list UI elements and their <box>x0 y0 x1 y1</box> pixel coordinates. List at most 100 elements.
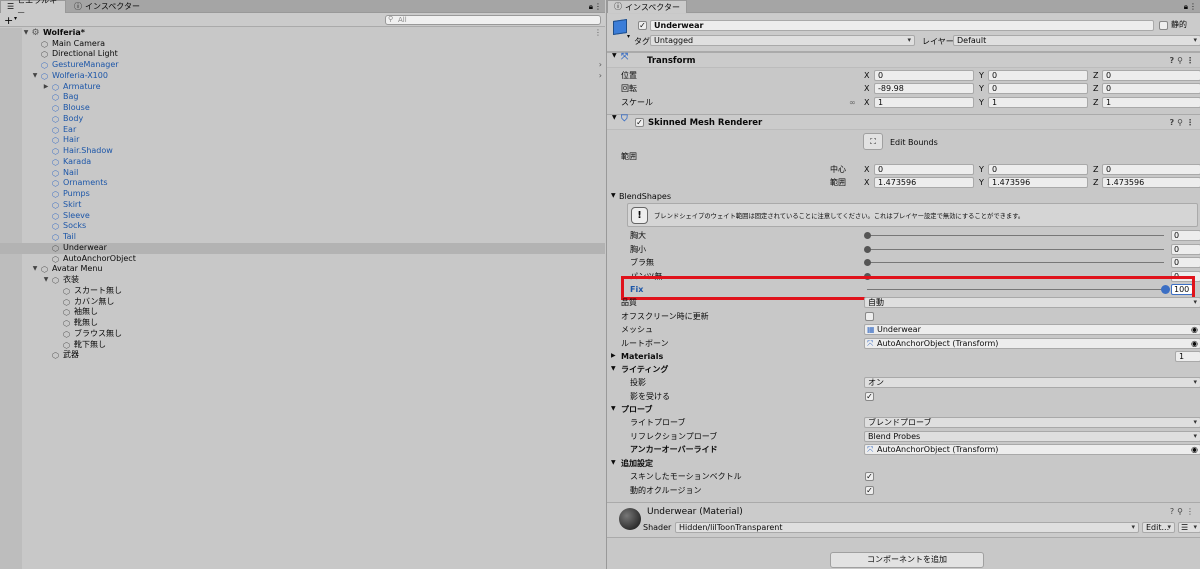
hierarchy-item[interactable]: ⬡ GestureManager › <box>0 60 605 71</box>
hierarchy-item[interactable]: ⬡ カバン無し <box>0 297 605 308</box>
hierarchy-item[interactable]: ⬡ Hair.Shadow <box>0 146 605 157</box>
expand-arrow-icon[interactable]: ▼ <box>22 28 30 39</box>
hierarchy-item[interactable]: ⬡ 靴無し <box>0 318 605 329</box>
rotation-z-field[interactable]: 0 <box>1102 83 1200 94</box>
rotation-y-field[interactable]: 0 <box>988 83 1088 94</box>
hierarchy-item[interactable]: ⬡ Nail <box>0 168 605 179</box>
chevron-right-icon[interactable]: › <box>599 60 602 71</box>
object-picker-icon[interactable]: ◉ <box>1191 326 1198 334</box>
hierarchy-item[interactable]: ⬡ Main Camera <box>0 39 605 50</box>
reflection-probes-dropdown[interactable]: Blend Probes <box>864 431 1200 442</box>
lock-icon[interactable]: 🔒︎ <box>589 3 593 11</box>
additional-settings-row[interactable]: ▼ 追加設定 <box>607 457 1200 470</box>
expand-arrow-icon[interactable]: ▼ <box>612 115 617 121</box>
extent-y-field[interactable]: 1.473596 <box>988 177 1088 188</box>
hierarchy-item[interactable]: ⬡ Body <box>0 114 605 125</box>
offscreen-checkbox[interactable] <box>865 312 874 321</box>
expand-arrow-icon[interactable]: ▼ <box>612 53 617 59</box>
light-probes-dropdown[interactable]: ブレンドプローブ <box>864 417 1200 428</box>
hierarchy-item[interactable]: ⬡ Hair <box>0 135 605 146</box>
tag-dropdown[interactable]: Untagged <box>650 35 915 46</box>
object-picker-icon[interactable]: ◉ <box>1191 446 1198 454</box>
blendshape-slider-track[interactable] <box>867 262 1164 264</box>
hierarchy-item[interactable]: ⬡ Pumps <box>0 189 605 200</box>
shader-edit-button[interactable]: Edit... <box>1142 522 1175 533</box>
hierarchy-item[interactable]: ⬡ スカート無し <box>0 286 605 297</box>
add-icon[interactable]: + <box>4 15 13 26</box>
chevron-right-icon[interactable]: › <box>599 71 602 82</box>
link-icon[interactable]: ∞ <box>849 99 856 107</box>
hierarchy-item[interactable]: ⬡ Tail <box>0 232 605 243</box>
cast-shadows-dropdown[interactable]: オン <box>864 377 1200 388</box>
scale-x-field[interactable]: 1 <box>874 97 974 108</box>
blendshape-slider-knob[interactable] <box>864 232 871 239</box>
expand-arrow-icon[interactable]: ▶ <box>42 82 50 93</box>
hierarchy-item[interactable]: ⬡ Sleeve <box>0 211 605 222</box>
motion-vectors-checkbox[interactable]: ✓ <box>865 472 874 481</box>
position-y-field[interactable]: 0 <box>988 70 1088 81</box>
blendshape-slider-track[interactable] <box>867 248 1164 250</box>
chevron-down-icon[interactable]: ▾ <box>14 16 17 22</box>
expand-arrow-icon[interactable]: ▼ <box>611 193 616 199</box>
scene-row[interactable]: ▼ ⚙ Wolferia* ⋮ <box>0 28 605 39</box>
hierarchy-item[interactable]: ▼ ⬡ Avatar Menu <box>0 264 605 275</box>
blendshape-slider-knob[interactable] <box>864 259 871 267</box>
search-input[interactable]: ⚲ All <box>385 15 601 25</box>
center-y-field[interactable]: 0 <box>988 164 1088 175</box>
rootbone-field[interactable]: ⤧ AutoAnchorObject (Transform) ◉ <box>864 338 1200 349</box>
blendshape-value-field[interactable]: 0 <box>1171 230 1200 241</box>
hierarchy-item[interactable]: ▼ ⬡ 衣装 <box>0 275 605 286</box>
shader-dropdown[interactable]: Hidden/lilToonTransparent <box>675 522 1139 533</box>
scale-z-field[interactable]: 1 <box>1102 97 1200 108</box>
quality-dropdown[interactable]: 自動 <box>864 297 1200 308</box>
expand-arrow-icon[interactable]: ▼ <box>42 275 50 286</box>
materials-row[interactable]: ▶ Materials 1 <box>607 350 1200 363</box>
smr-enabled-checkbox[interactable]: ✓ <box>635 118 644 127</box>
more-menu-icon[interactable]: ⋮ <box>594 3 602 11</box>
hierarchy-item[interactable]: ⬡ Karada <box>0 157 605 168</box>
receive-shadows-checkbox[interactable]: ✓ <box>865 392 874 401</box>
smr-header[interactable]: ▼ ⛉ ✓ Skinned Mesh Renderer ?⚲⋮ <box>607 114 1200 130</box>
tab-inspector[interactable]: ⓘ インスペクター <box>607 0 687 13</box>
scale-y-field[interactable]: 1 <box>988 97 1088 108</box>
hierarchy-item[interactable]: ⬡ Underwear <box>0 242 605 254</box>
more-menu-icon[interactable]: ⋮ <box>1189 3 1197 11</box>
hierarchy-item[interactable]: ⬡ 袖無し <box>0 307 605 318</box>
center-x-field[interactable]: 0 <box>874 164 974 175</box>
tab-inspector-second[interactable]: ⓘ インスペクター <box>68 0 148 13</box>
hierarchy-item[interactable]: ▶ ⬡ Armature <box>0 82 605 93</box>
hierarchy-item[interactable]: ⬡ 靴下無し <box>0 340 605 351</box>
extent-z-field[interactable]: 1.473596 <box>1102 177 1200 188</box>
expand-arrow-icon[interactable]: ▼ <box>31 71 39 82</box>
material-menu-button[interactable]: ☰ <box>1178 522 1200 533</box>
layer-dropdown[interactable]: Default <box>953 35 1200 46</box>
blendshape-slider-track[interactable] <box>867 235 1164 236</box>
dynamic-occlusion-checkbox[interactable]: ✓ <box>865 486 874 495</box>
mesh-field[interactable]: ▦ Underwear ◉ <box>864 324 1200 335</box>
object-name-field[interactable]: Underwear <box>650 20 1154 31</box>
component-menu-icons[interactable]: ?⚲⋮ <box>1170 53 1198 69</box>
expand-arrow-icon[interactable]: ▼ <box>611 366 616 372</box>
tab-hierarchy[interactable]: ☰ ヒエラルキー <box>0 0 66 18</box>
hierarchy-item[interactable]: ⬡ Bag <box>0 92 605 103</box>
add-component-button[interactable]: コンポーネントを追加 <box>830 552 984 568</box>
object-picker-icon[interactable]: ◉ <box>1191 340 1198 348</box>
expand-arrow-icon[interactable]: ▶ <box>611 353 616 359</box>
blendshape-value-field[interactable]: 0 <box>1171 243 1200 255</box>
expand-arrow-icon[interactable]: ▼ <box>31 264 39 275</box>
hierarchy-item[interactable]: ⬡ Ornaments <box>0 178 605 189</box>
chevron-down-icon[interactable]: ▾ <box>627 34 630 40</box>
rotation-x-field[interactable]: -89.98 <box>874 83 974 94</box>
hierarchy-item[interactable]: ⬡ Directional Light <box>0 49 605 60</box>
expand-arrow-icon[interactable]: ▼ <box>611 460 616 466</box>
hierarchy-item[interactable]: ▼ ⬡ Wolferia-X100 › <box>0 71 605 82</box>
edit-bounds-button[interactable]: ⛶ <box>863 133 883 150</box>
transform-header[interactable]: ▼ ⤧ Transform ?⚲⋮ <box>607 52 1200 68</box>
probes-row[interactable]: ▼ プローブ <box>607 403 1200 416</box>
position-x-field[interactable]: 0 <box>874 70 974 81</box>
more-menu-icon[interactable]: ⋮ <box>594 28 602 39</box>
expand-arrow-icon[interactable]: ▼ <box>611 406 616 412</box>
hierarchy-item[interactable]: ⬡ Blouse <box>0 103 605 114</box>
materials-count-field[interactable]: 1 <box>1175 351 1200 362</box>
component-menu-icons[interactable]: ?⚲⋮ <box>1170 507 1197 516</box>
